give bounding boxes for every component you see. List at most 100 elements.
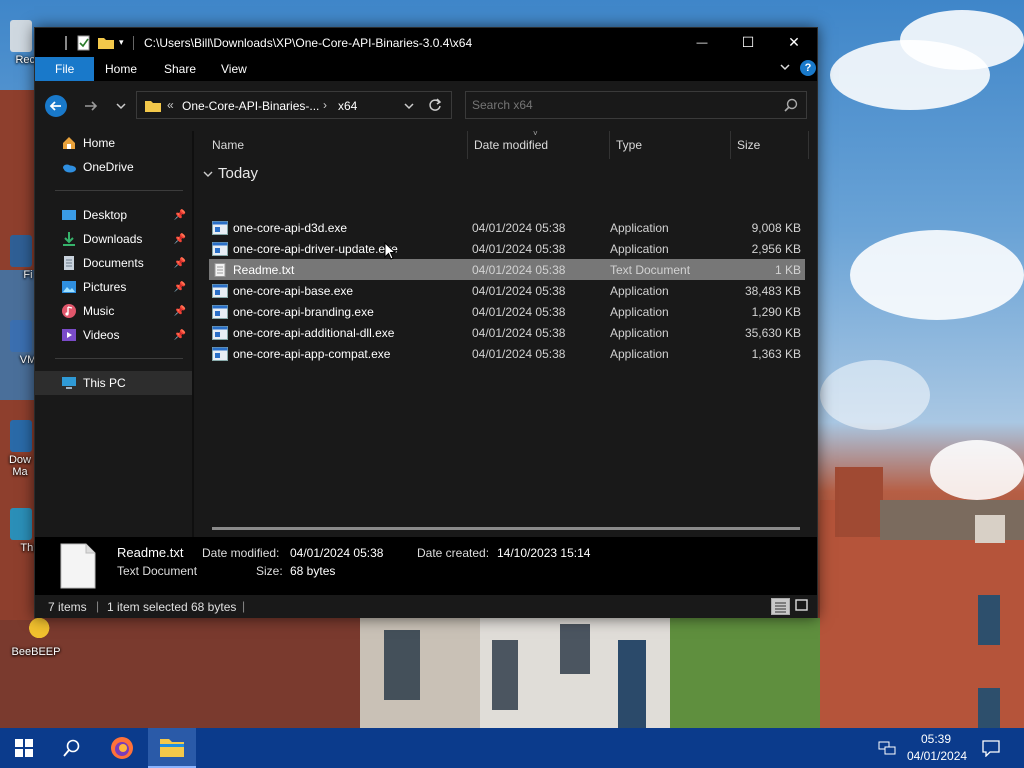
sidebar-item-label: Videos	[83, 328, 120, 342]
details-pane: Readme.txt Text Document Date modified: …	[35, 537, 817, 595]
horizontal-scrollbar[interactable]	[212, 527, 800, 530]
pin-icon[interactable]: 📌	[174, 258, 186, 269]
file-row[interactable]: one-core-api-driver-update.exe 04/01/2024…	[209, 238, 805, 259]
pin-icon[interactable]: 📌	[174, 210, 186, 221]
close-button[interactable]: ✕	[771, 28, 817, 57]
file-type: Application	[610, 241, 669, 256]
file-type: Application	[610, 220, 669, 235]
details-file-name: Readme.txt	[117, 545, 184, 560]
maximize-icon: ☐	[741, 34, 755, 50]
column-header-type[interactable]: Type	[610, 131, 731, 159]
sidebar-item-label: Home	[83, 136, 116, 150]
sidebar-item-documents[interactable]: Documents 📌	[35, 251, 192, 275]
new-folder-icon[interactable]	[97, 35, 115, 53]
details-created-value: 14/10/2023 15:14	[497, 546, 591, 560]
sidebar-item-onedrive[interactable]: OneDrive	[35, 155, 192, 179]
tab-share[interactable]: Share	[150, 57, 210, 81]
desktop-icon	[62, 210, 76, 220]
forward-button[interactable]	[78, 93, 104, 119]
taskbar-file-explorer[interactable]	[148, 728, 196, 768]
file-row[interactable]: one-core-api-branding.exe 04/01/2024 05:3…	[209, 301, 805, 322]
details-view-button[interactable]	[771, 598, 790, 615]
status-separator: |	[96, 599, 100, 613]
sidebar-item-videos[interactable]: Videos 📌	[35, 323, 192, 347]
file-row[interactable]: one-core-api-d3d.exe 04/01/2024 05:38 Appl…	[209, 217, 805, 238]
search-input[interactable]	[472, 96, 772, 114]
clock-date[interactable]: 04/01/2024	[907, 749, 967, 763]
file-row[interactable]: one-core-api-base.exe 04/01/2024 05:38 App…	[209, 280, 805, 301]
maximize-button[interactable]: ☐	[725, 28, 771, 57]
help-icon[interactable]: ?	[800, 60, 816, 76]
pin-icon[interactable]: 📌	[174, 330, 186, 341]
details-modified-label: Date modified:	[202, 546, 280, 560]
refresh-icon[interactable]	[428, 98, 442, 115]
breadcrumb-separator-icon[interactable]: ›	[323, 98, 327, 112]
status-bar: 7 items | 1 item selected 68 bytes |	[35, 595, 817, 618]
details-view-icon	[775, 602, 786, 613]
nav-divider	[55, 190, 183, 191]
file-name-cell: one-core-api-additional-dll.exe	[209, 325, 464, 340]
notifications-icon[interactable]	[982, 739, 1000, 760]
large-icons-view-button[interactable]	[793, 598, 812, 615]
file-type: Application	[610, 346, 669, 361]
file-row[interactable]: Readme.txt 04/01/2024 05:38 Text Document 1…	[209, 259, 805, 280]
taskbar-firefox[interactable]	[98, 728, 146, 768]
breadcrumb-item-current[interactable]: x64	[338, 99, 357, 113]
sidebar-item-desktop[interactable]: Desktop 📌	[35, 203, 192, 227]
back-button[interactable]	[43, 93, 69, 119]
file-date: 04/01/2024 05:38	[472, 283, 566, 298]
sidebar-item-label: OneDrive	[83, 160, 134, 174]
file-size: 38,483 KB	[744, 283, 801, 298]
file-date: 04/01/2024 05:38	[472, 304, 566, 319]
clock-time[interactable]: 05:39	[921, 732, 951, 746]
search-button[interactable]	[48, 728, 96, 768]
recent-locations-button[interactable]	[108, 93, 134, 119]
group-header-today[interactable]: Today	[202, 165, 258, 182]
file-size: 2,956 KB	[751, 241, 801, 256]
address-bar[interactable]: « One-Core-API-Binaries-... › x64	[136, 91, 452, 119]
file-explorer-icon	[160, 739, 184, 757]
file-row[interactable]: one-core-api-app-compat.exe 04/01/2024 05…	[209, 343, 805, 364]
search-icon	[784, 98, 798, 115]
properties-icon[interactable]	[77, 35, 91, 54]
application-exe-icon	[212, 346, 228, 361]
file-row[interactable]: one-core-api-additional-dll.exe 04/01/202…	[209, 322, 805, 343]
minimize-button[interactable]: —	[679, 28, 725, 57]
column-header-date[interactable]: Date modified	[468, 131, 610, 159]
file-date: 04/01/2024 05:38	[472, 346, 566, 361]
documents-icon	[64, 256, 74, 270]
tab-file[interactable]: File	[35, 57, 95, 81]
pin-icon[interactable]: 📌	[174, 282, 186, 293]
desktop-icon-beebeep[interactable]: BeeBEEP	[8, 612, 64, 658]
file-list: Name Date modified ˅ Type Size Today one…	[194, 129, 817, 537]
column-header-size[interactable]: Size	[731, 131, 809, 159]
this-pc-icon	[62, 377, 76, 389]
firefox-icon	[111, 737, 133, 759]
breadcrumb-overflow[interactable]: «	[167, 98, 174, 112]
start-button[interactable]	[0, 728, 48, 768]
network-icon[interactable]	[878, 740, 896, 759]
sidebar-item-home[interactable]: Home	[35, 131, 192, 155]
title-separator	[133, 36, 134, 50]
tab-home[interactable]: Home	[91, 57, 151, 81]
address-dropdown-icon[interactable]	[403, 100, 415, 115]
pin-icon[interactable]: 📌	[174, 234, 186, 245]
pin-icon[interactable]: 📌	[174, 306, 186, 317]
sidebar-item-downloads[interactable]: Downloads 📌	[35, 227, 192, 251]
file-name-cell: one-core-api-driver-update.exe	[209, 241, 464, 256]
file-size: 35,630 KB	[744, 325, 801, 340]
file-date: 04/01/2024 05:38	[472, 325, 566, 340]
search-box[interactable]	[465, 91, 807, 119]
sidebar-item-pictures[interactable]: Pictures 📌	[35, 275, 192, 299]
file-name: one-core-api-driver-update.exe	[233, 241, 398, 256]
file-size: 1,290 KB	[751, 304, 801, 319]
sidebar-item-music[interactable]: Music 📌	[35, 299, 192, 323]
breadcrumb-item[interactable]: One-Core-API-Binaries-...	[182, 99, 319, 113]
file-type: Application	[610, 325, 669, 340]
mouse-cursor-icon	[384, 242, 396, 260]
sidebar-item-this-pc[interactable]: This PC	[35, 371, 192, 395]
tab-view[interactable]: View	[207, 57, 261, 81]
column-header-name[interactable]: Name	[206, 131, 468, 159]
customize-quick-access-icon[interactable]: ▾	[119, 37, 124, 48]
expand-ribbon-icon[interactable]	[779, 61, 791, 76]
